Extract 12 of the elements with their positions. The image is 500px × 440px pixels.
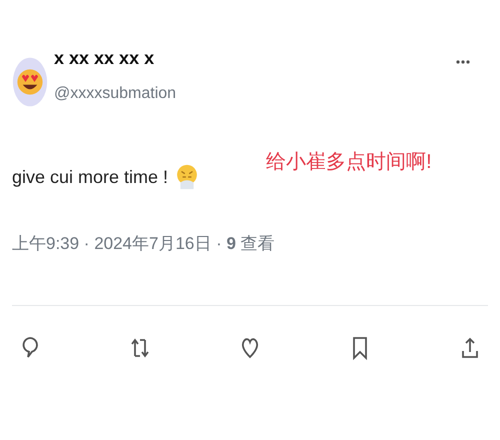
tweet-meta: 上午9:39 · 2024年7月16日 · 9 查看 — [12, 233, 276, 255]
emoji-icon — [176, 162, 198, 192]
bookmark-icon[interactable] — [350, 336, 370, 360]
share-icon[interactable] — [460, 336, 480, 360]
author-handle[interactable]: @xxxxsubmation — [54, 85, 176, 103]
annotation-text: 给小崔多点时间啊! — [266, 150, 432, 175]
author-name[interactable]: x xx xx xx x — [54, 48, 176, 69]
heart-icon[interactable] — [240, 336, 260, 360]
tweet-text: give cui more time ! — [12, 166, 168, 188]
more-icon[interactable] — [456, 60, 470, 64]
retweet-icon[interactable] — [130, 336, 150, 360]
reply-icon[interactable] — [20, 336, 40, 360]
